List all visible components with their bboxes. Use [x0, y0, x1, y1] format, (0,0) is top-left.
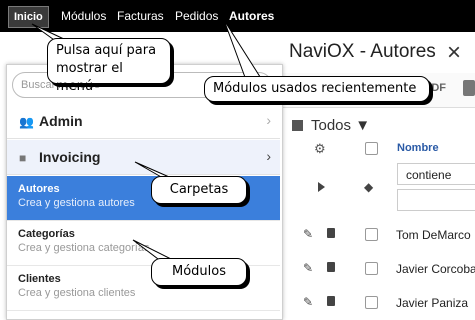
column-header-nombre[interactable]: Nombre	[397, 142, 439, 154]
folder-icon: ■	[19, 151, 27, 165]
list-filter-label: Todos ▼	[311, 117, 371, 134]
select-all-checkbox[interactable]	[365, 142, 378, 155]
callout-menu-hint: Pulsa aquí para mostrar el menú	[47, 38, 171, 94]
eraser-icon[interactable]: ◆	[364, 180, 373, 194]
table-row[interactable]: ✎ Javier Paniza	[283, 287, 475, 319]
nav-modulos-link[interactable]: Módulos	[61, 0, 106, 32]
gear-icon[interactable]: ⚙	[314, 141, 326, 157]
callout-modules: Módulos	[151, 258, 247, 286]
trash-icon[interactable]	[327, 262, 335, 272]
edit-list-icon	[292, 120, 303, 131]
row-name: Javier Paniza	[396, 296, 469, 310]
row-checkbox[interactable]	[365, 228, 378, 241]
row-checkbox[interactable]	[365, 296, 378, 309]
module-title: Clientes	[18, 273, 61, 285]
row-name: Javier Corcoba	[396, 262, 475, 276]
module-title: Categorías	[18, 228, 75, 240]
row-name: Tom DeMarco	[396, 228, 471, 242]
chevron-right-icon: ›	[266, 112, 271, 128]
menu-folder-admin[interactable]: 👥 Admin ›	[7, 104, 280, 139]
folder-label: Admin	[39, 113, 83, 129]
pencil-icon[interactable]: ✎	[303, 295, 313, 309]
spreadsheet-icon[interactable]	[463, 80, 475, 96]
module-title: Autores	[18, 183, 60, 195]
nav-facturas-link[interactable]: Facturas	[117, 0, 164, 32]
chevron-right-icon: ›	[266, 148, 271, 164]
module-description: Crea y gestiona clientes	[18, 287, 136, 299]
table-row[interactable]: ✎ Javier Corcoba	[283, 253, 475, 285]
table-row[interactable]: ✎ Tom DeMarco	[283, 219, 475, 251]
menu-folder-invoicing[interactable]: ■ Invoicing ›	[7, 140, 280, 175]
trash-icon[interactable]	[327, 296, 335, 306]
module-description: Crea y gestiona autores	[18, 197, 135, 209]
play-icon[interactable]	[318, 182, 325, 192]
folder-label: Invoicing	[39, 149, 101, 165]
trash-icon[interactable]	[327, 228, 335, 238]
close-icon[interactable]: ×	[447, 41, 475, 65]
users-icon: 👥	[19, 115, 34, 129]
nav-pedidos-link[interactable]: Pedidos	[175, 0, 218, 32]
filter-operator-select[interactable]: contiene	[397, 163, 475, 185]
module-description: Crea y gestiona categorías	[18, 242, 150, 254]
nav-autores-link[interactable]: Autores	[229, 0, 274, 32]
filter-value-input[interactable]	[397, 189, 475, 211]
nav-inicio-button[interactable]: Inicio	[8, 6, 49, 28]
pencil-icon[interactable]: ✎	[303, 261, 313, 275]
row-checkbox[interactable]	[365, 262, 378, 275]
callout-folders: Carpetas	[151, 176, 247, 204]
callout-recent-modules: Módulos usados recientemente	[204, 76, 430, 102]
page-title: NaviOX - Autores	[289, 41, 436, 62]
pencil-icon[interactable]: ✎	[303, 227, 313, 241]
top-navigation-bar: Inicio Módulos Facturas Pedidos Autores	[0, 0, 475, 32]
list-filter-selector[interactable]: Todos ▼	[292, 117, 370, 134]
